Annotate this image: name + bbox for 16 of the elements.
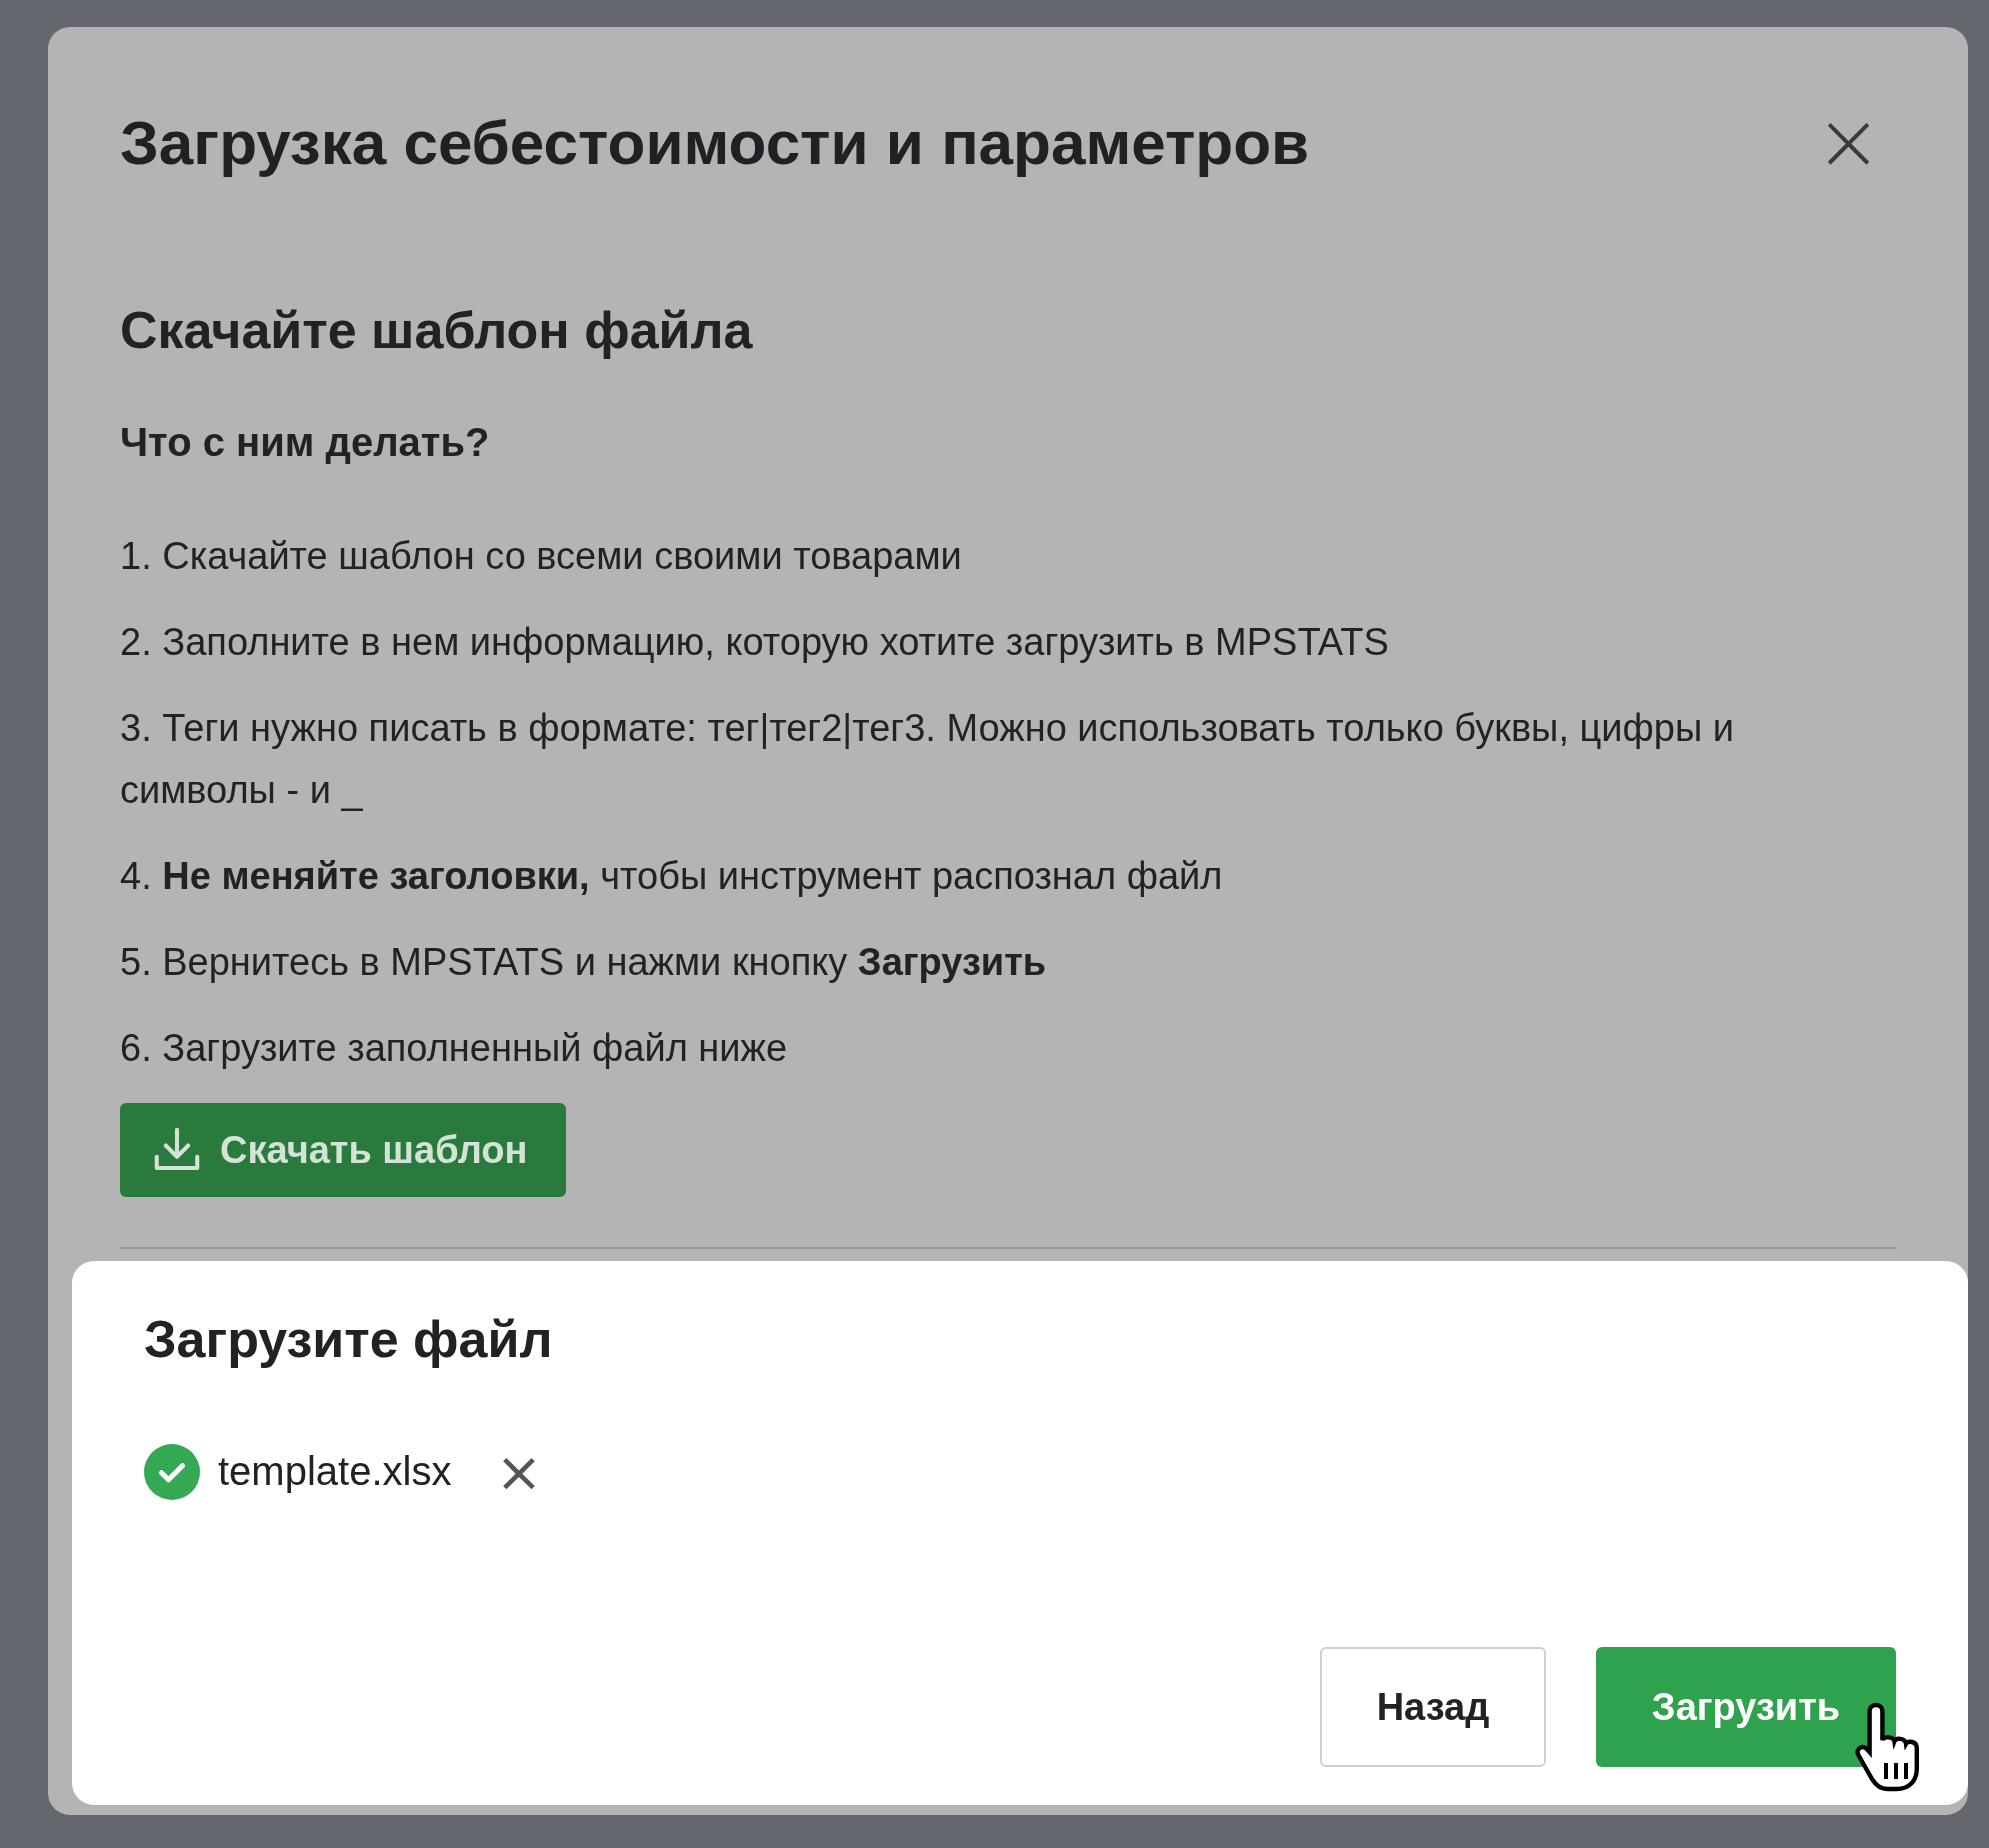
section-heading: Скачайте шаблон файла [120,300,754,360]
download-template-button[interactable]: Скачать шаблон [120,1103,566,1197]
subheading: Что с ним делать? [120,420,491,465]
file-name: template.xlsx [218,1449,452,1494]
close-button[interactable]: × [1800,102,1896,182]
back-button[interactable]: Назад [1320,1647,1546,1767]
upload-button[interactable]: Загрузить [1596,1647,1896,1767]
instruction-text: 2. Заполните в нем информацию, которую хотите загрузить в MPSTATS [120,620,1390,665]
instruction-text: 6. Загрузите заполненный файл ниже [120,1026,789,1071]
instruction-text: 1. Скачайте шаблон со всеми своими товарами [120,534,963,579]
dialog-title: Загрузка себестоимости и параметров [120,106,1310,178]
instruction-text: 5. Вернитесь в MPSTATS и нажми кнопку Загрузить [120,940,1048,985]
instruction-text: 4. Не меняйте заголовки, чтобы инструмент распознал файл [120,854,1224,899]
instruction-text: 3. Теги нужно писать в формате: тег|тег2|тег3. Можно использовать только буквы, цифры и символы - и _ [120,706,1735,813]
section-heading: Загрузите файл [144,1309,554,1369]
remove-file-button[interactable]: × [489,1439,549,1504]
